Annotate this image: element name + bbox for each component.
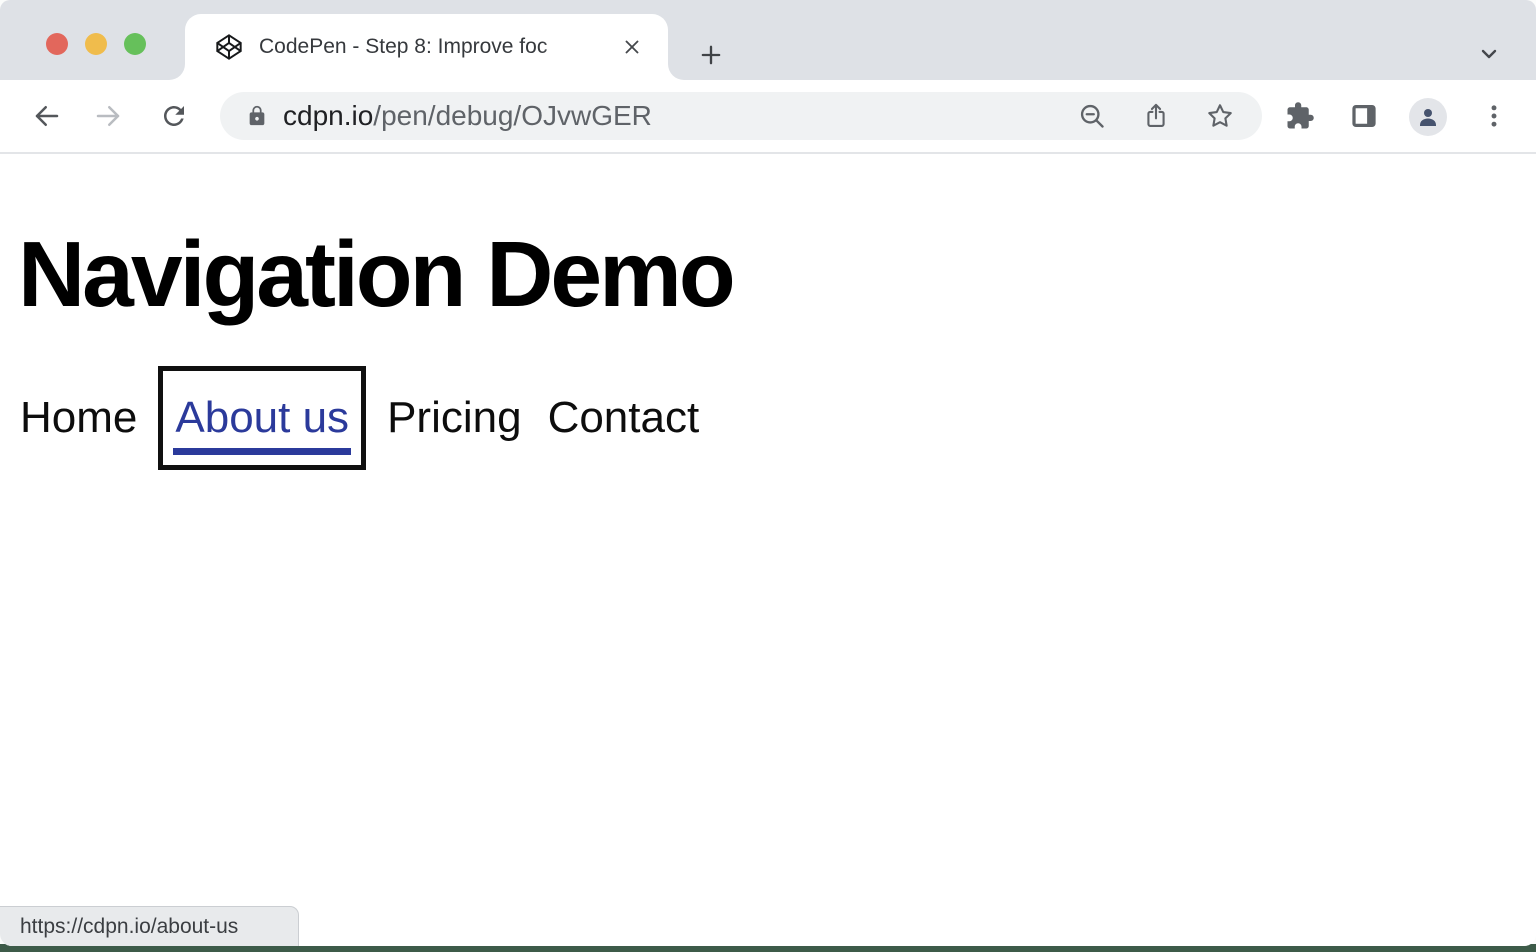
nav-link-home[interactable]: Home xyxy=(20,393,137,443)
tab-curve-left xyxy=(169,64,185,80)
back-button[interactable] xyxy=(32,101,62,131)
nav-link-about-us-label: About us xyxy=(175,393,349,442)
page-title: Navigation Demo xyxy=(18,228,1536,321)
person-icon xyxy=(1416,105,1440,129)
zoom-out-icon[interactable] xyxy=(1078,102,1106,130)
nav-link-contact[interactable]: Contact xyxy=(548,393,700,443)
new-tab-button[interactable] xyxy=(697,41,725,69)
share-icon[interactable] xyxy=(1142,102,1170,130)
nav-link-pricing[interactable]: Pricing xyxy=(387,393,522,443)
url-path: /pen/debug/OJvwGER xyxy=(373,100,652,131)
status-url-text: https://cdpn.io/about-us xyxy=(20,915,238,939)
nav-link-about-us[interactable]: About us xyxy=(163,371,361,465)
reload-button[interactable] xyxy=(159,101,189,131)
tab-curve-right xyxy=(668,64,684,80)
browser-tab-active[interactable]: CodePen - Step 8: Improve foc xyxy=(185,14,668,80)
site-navigation: Home About us Pricing Contact xyxy=(20,371,1536,465)
close-window-button[interactable] xyxy=(46,33,68,55)
page-content: Navigation Demo Home About us Pricing Conta… xyxy=(0,228,1536,946)
browser-toolbar: cdpn.io/pen/debug/OJvwGER xyxy=(0,80,1536,154)
tab-search-chevron-icon[interactable] xyxy=(1477,42,1501,66)
url-host: cdpn.io xyxy=(283,100,373,131)
bookmark-star-icon[interactable] xyxy=(1206,102,1234,130)
lock-icon[interactable] xyxy=(246,105,268,127)
forward-button[interactable] xyxy=(93,101,123,131)
minimize-window-button[interactable] xyxy=(85,33,107,55)
url-text[interactable]: cdpn.io/pen/debug/OJvwGER xyxy=(283,100,652,132)
focus-underline xyxy=(173,448,351,455)
side-panel-icon[interactable] xyxy=(1349,101,1379,131)
tab-strip: CodePen - Step 8: Improve foc xyxy=(0,0,1536,80)
tab-close-icon[interactable] xyxy=(621,36,643,58)
codepen-logo-icon xyxy=(215,33,243,61)
browser-window: CodePen - Step 8: Improve foc xyxy=(0,0,1536,946)
url-bar[interactable]: cdpn.io/pen/debug/OJvwGER xyxy=(220,92,1262,140)
window-controls xyxy=(46,33,146,55)
zoom-window-button[interactable] xyxy=(124,33,146,55)
screenshot-root: CodePen - Step 8: Improve foc xyxy=(0,0,1536,952)
browser-menu-dots-icon[interactable] xyxy=(1480,102,1508,130)
profile-avatar[interactable] xyxy=(1409,98,1447,136)
tab-title: CodePen - Step 8: Improve foc xyxy=(259,35,611,59)
extensions-puzzle-icon[interactable] xyxy=(1285,101,1315,131)
status-bar-link-preview: https://cdpn.io/about-us xyxy=(0,906,299,946)
